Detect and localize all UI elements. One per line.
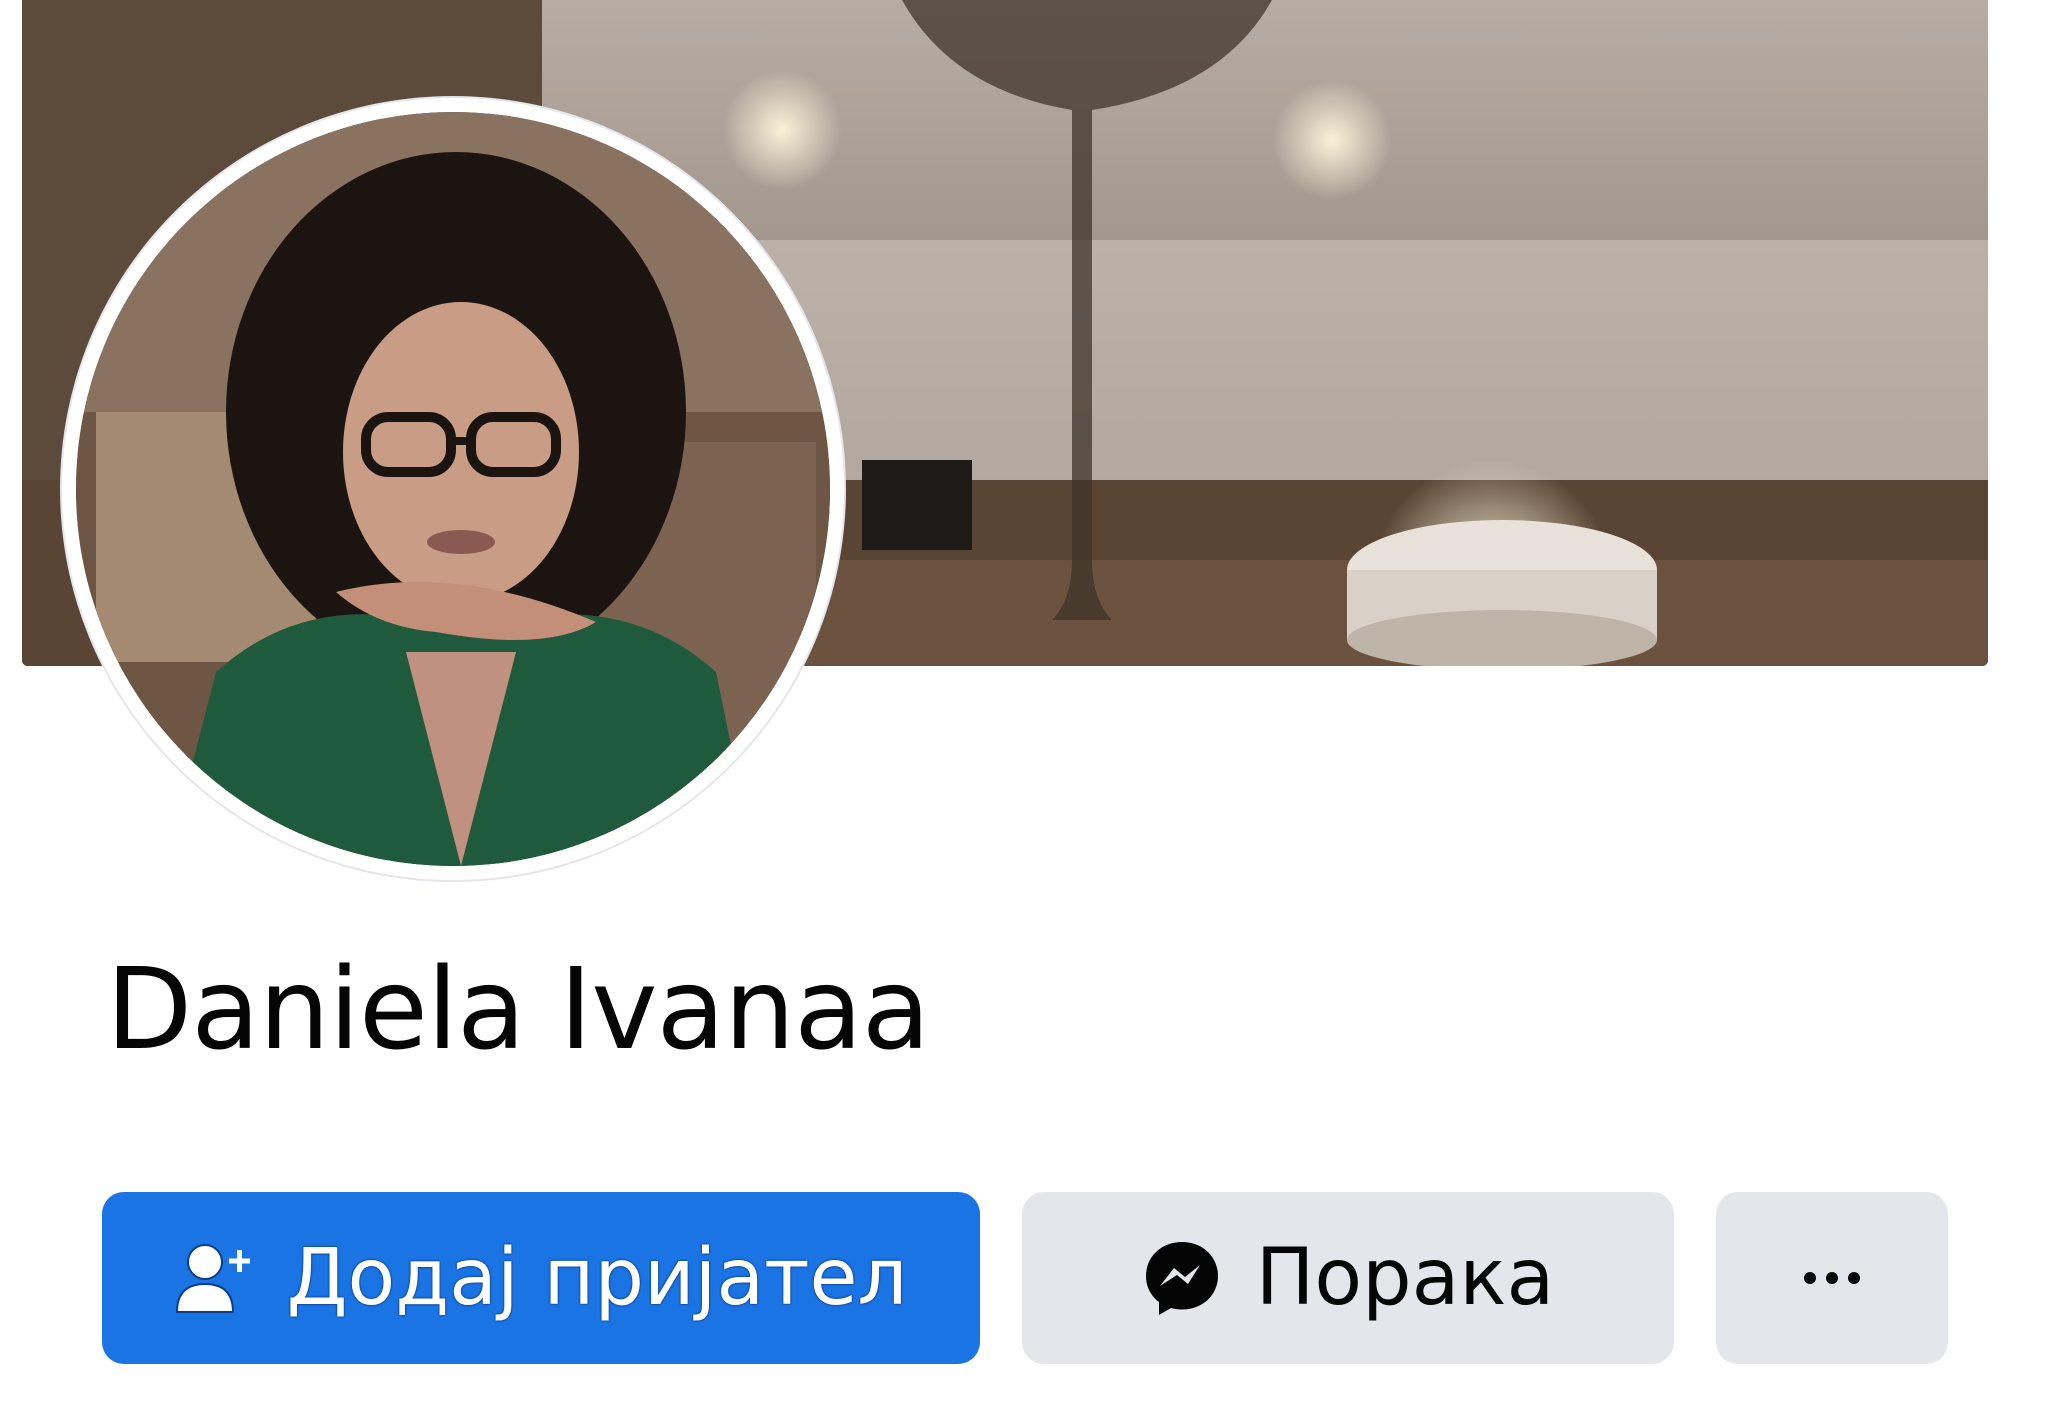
avatar[interactable] — [76, 112, 830, 866]
add-friend-icon — [175, 1242, 253, 1314]
add-friend-label: Додај пријател — [286, 1233, 908, 1323]
message-button[interactable]: Порака — [1022, 1192, 1674, 1364]
avatar-image — [76, 112, 830, 866]
add-friend-button[interactable]: Додај пријател — [102, 1192, 980, 1364]
message-label: Порака — [1255, 1233, 1555, 1323]
more-options-icon — [1804, 1272, 1860, 1284]
more-options-button[interactable] — [1716, 1192, 1948, 1364]
profile-page: Daniela Ivanaa Додај пријател Порака — [0, 0, 2048, 1418]
profile-name: Daniela Ivanaa — [106, 945, 930, 1075]
messenger-icon — [1142, 1238, 1222, 1318]
